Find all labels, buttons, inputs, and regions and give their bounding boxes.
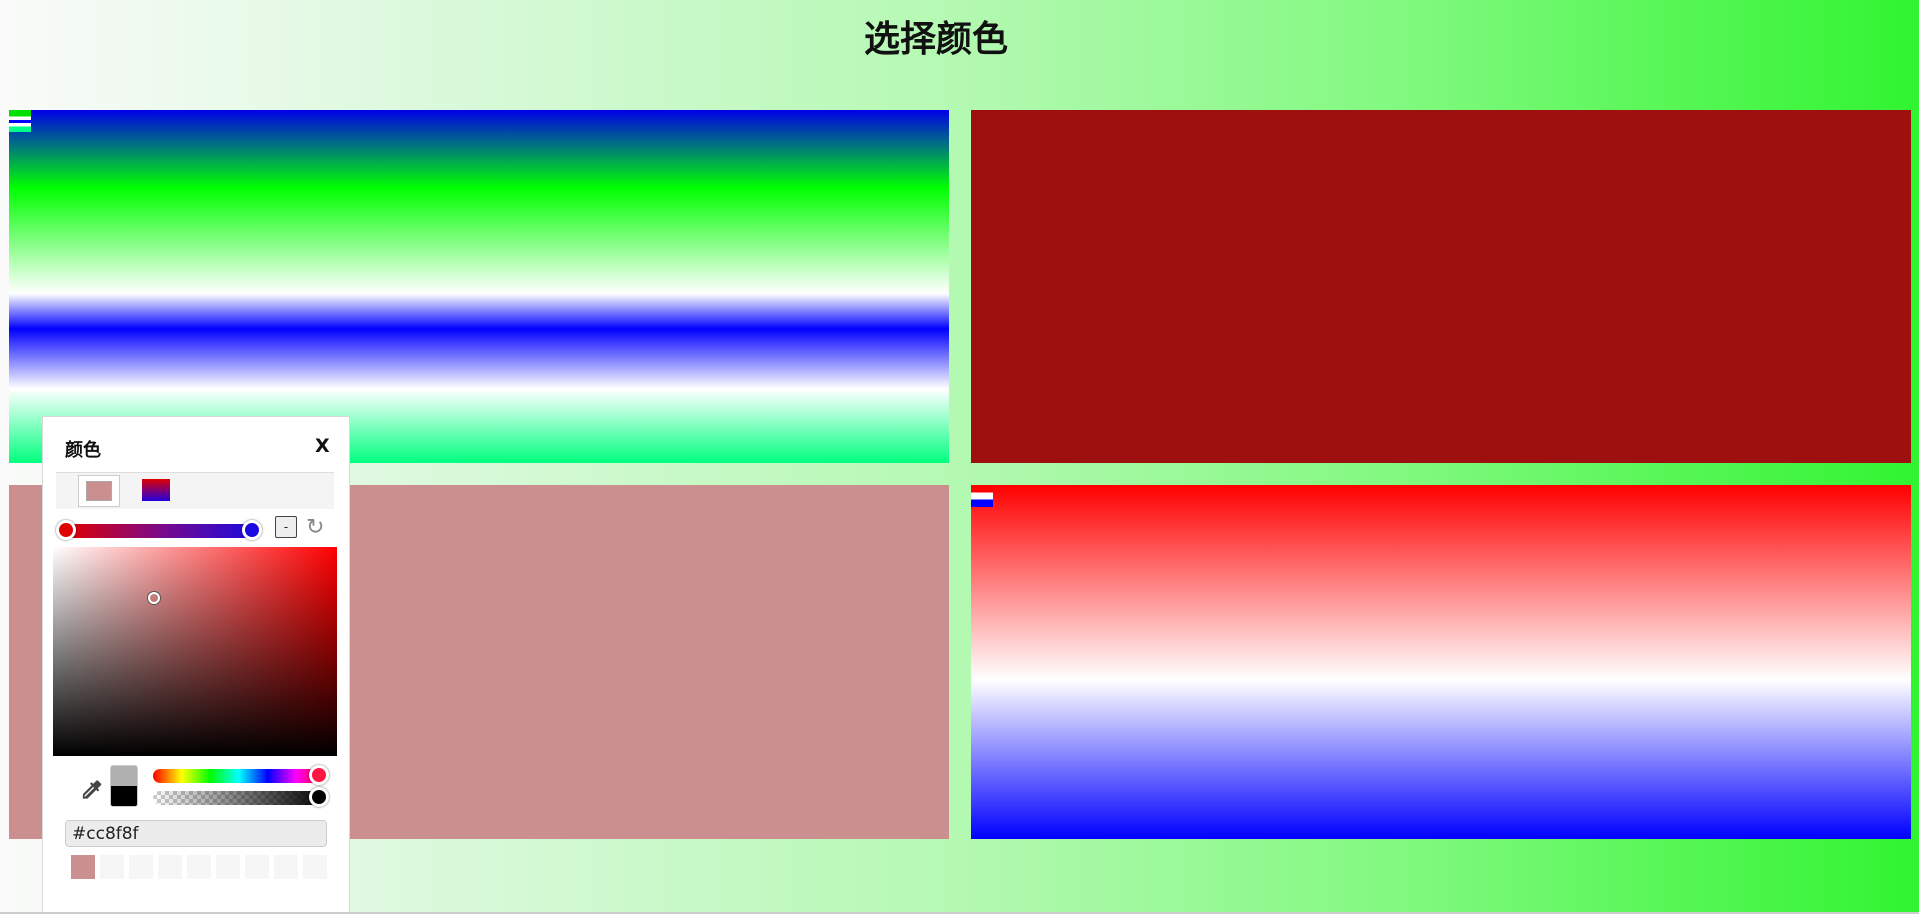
history-swatch[interactable] (158, 855, 182, 879)
history-swatch[interactable] (216, 855, 240, 879)
history-swatch[interactable] (303, 855, 327, 879)
history-swatch[interactable] (71, 855, 95, 879)
refresh-icon[interactable]: ↻ (306, 515, 332, 541)
gradient-stops-slider[interactable] (56, 520, 262, 540)
color-panel-gradient-2[interactable] (971, 485, 1911, 839)
history-swatch[interactable] (129, 855, 153, 879)
gradient-stop-end-handle[interactable] (242, 520, 262, 540)
history-swatch[interactable] (245, 855, 269, 879)
tab-gradient-color[interactable] (142, 479, 170, 501)
history-swatch[interactable] (274, 855, 298, 879)
close-button[interactable]: X (315, 435, 330, 457)
current-color-swatch (111, 786, 137, 806)
picker-title: 颜色 (65, 440, 101, 461)
saturation-value-area[interactable] (53, 547, 337, 756)
color-panel-solid-1[interactable] (971, 110, 1911, 463)
alpha-slider[interactable] (153, 787, 329, 807)
page-title: 选择颜色 (863, 19, 1008, 60)
gradient-swatch-icon[interactable] (971, 485, 993, 507)
alpha-handle[interactable] (309, 787, 329, 807)
gradient-swatch-icon[interactable] (9, 110, 31, 132)
history-swatch[interactable] (100, 855, 124, 879)
history-swatch[interactable] (187, 855, 211, 879)
eyedropper-icon[interactable] (78, 777, 104, 803)
picker-header: 颜色 X (43, 417, 349, 472)
sv-cursor[interactable] (148, 592, 160, 604)
color-preview (110, 765, 138, 807)
tab-solid-color[interactable] (78, 475, 120, 507)
color-history (71, 855, 341, 879)
color-panel-gradient-1[interactable] (9, 110, 949, 463)
previous-color-swatch (111, 766, 137, 786)
color-picker-dialog: 颜色 X - ↻ (42, 416, 350, 914)
hex-input[interactable] (65, 820, 327, 847)
remove-stop-button[interactable]: - (275, 516, 297, 538)
hue-handle[interactable] (309, 765, 329, 785)
gradient-stop-start-handle[interactable] (56, 520, 76, 540)
hue-slider[interactable] (153, 765, 329, 785)
solid-color-swatch (86, 481, 112, 501)
mode-tabs (56, 472, 334, 509)
